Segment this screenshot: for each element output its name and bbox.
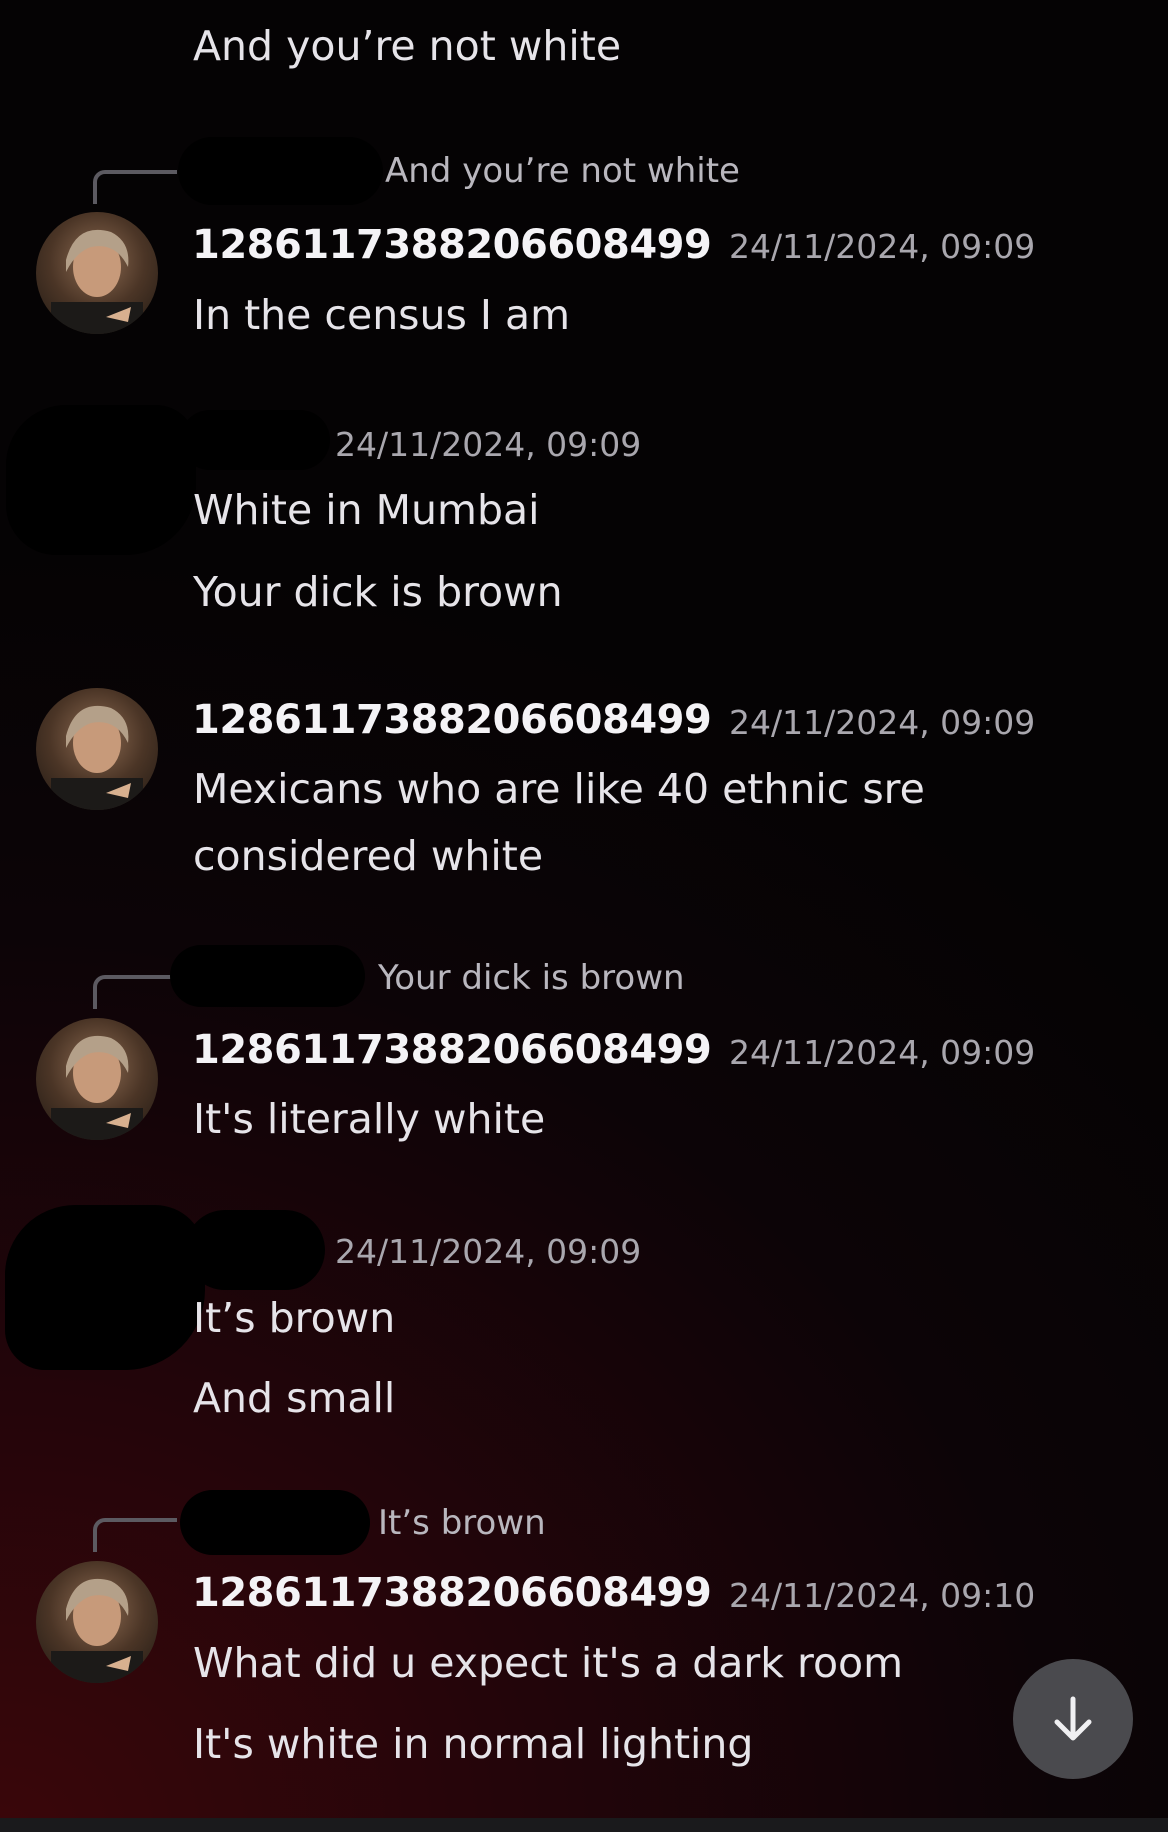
username[interactable]: 1286117388206608499 <box>192 1027 712 1073</box>
avatar[interactable] <box>36 688 158 810</box>
message-text: In the census I am <box>193 291 571 339</box>
reply-preview[interactable]: And you’re not white <box>385 151 740 191</box>
avatar[interactable] <box>36 1561 158 1683</box>
username[interactable]: 1286117388206608499 <box>192 1570 712 1616</box>
redacted-name <box>180 410 330 470</box>
message-text: It’s brown <box>193 1294 396 1342</box>
reply-connector <box>93 170 177 204</box>
message-text: considered white <box>193 832 544 880</box>
message-text: It's white in normal lighting <box>193 1720 754 1768</box>
reply-connector <box>93 975 177 1009</box>
redacted-name <box>170 945 365 1007</box>
message-text: It's literally white <box>193 1095 546 1143</box>
redacted-name <box>180 1490 370 1555</box>
message-text: And you’re not white <box>193 22 622 70</box>
message-text: Your dick is brown <box>193 568 563 616</box>
message-text: White in Mumbai <box>193 486 540 534</box>
timestamp: 24/11/2024, 09:09 <box>335 425 642 464</box>
username[interactable]: 1286117388206608499 <box>192 697 712 743</box>
message-text: What did u expect it's a dark room <box>193 1639 904 1687</box>
timestamp: 24/11/2024, 09:09 <box>729 703 1036 742</box>
timestamp: 24/11/2024, 09:09 <box>729 1033 1036 1072</box>
timestamp: 24/11/2024, 09:10 <box>729 1576 1036 1615</box>
timestamp: 24/11/2024, 09:09 <box>335 1232 642 1271</box>
reply-preview[interactable]: It’s brown <box>378 1503 546 1543</box>
reply-connector <box>93 1518 177 1552</box>
username[interactable]: 1286117388206608499 <box>192 222 712 268</box>
redacted-name <box>178 137 383 205</box>
avatar[interactable] <box>36 1018 158 1140</box>
bottom-bar <box>0 1818 1168 1832</box>
redacted-name <box>185 1210 325 1290</box>
message-text: Mexicans who are like 40 ethnic sre <box>193 765 925 813</box>
redacted-avatar <box>5 1205 205 1370</box>
message-text: And small <box>193 1374 396 1422</box>
scroll-to-bottom-button[interactable] <box>1013 1659 1133 1779</box>
avatar[interactable] <box>36 212 158 334</box>
timestamp: 24/11/2024, 09:09 <box>729 227 1036 266</box>
redacted-avatar <box>6 405 196 555</box>
arrow-down-icon <box>1054 1696 1092 1741</box>
reply-preview[interactable]: Your dick is brown <box>378 958 685 998</box>
